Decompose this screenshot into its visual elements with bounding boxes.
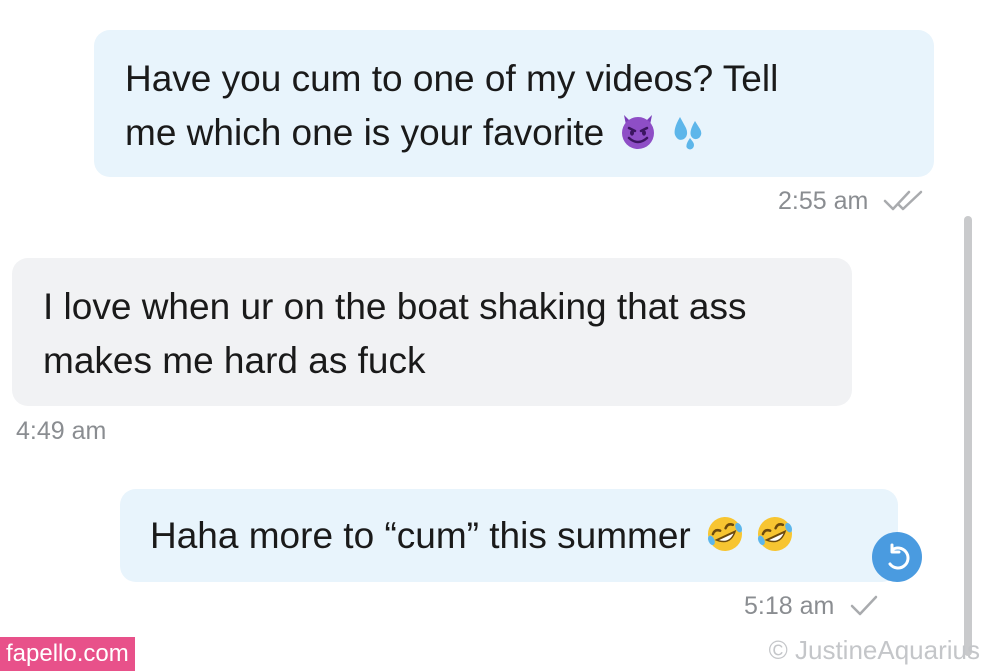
double-check-icon: [884, 190, 923, 211]
incoming-message-bubble[interactable]: I love when ur on the boat shaking that …: [12, 258, 852, 406]
message-text: Haha more to “cum” this summer: [150, 515, 691, 556]
message-text-line: makes me hard as fuck: [43, 340, 426, 381]
reply-arrow-icon: [888, 543, 910, 570]
scrollbar[interactable]: [964, 216, 972, 656]
site-watermark: fapello.com: [0, 637, 135, 671]
outgoing-message-bubble[interactable]: Haha more to “cum” this summer: [120, 489, 898, 582]
sweat-droplets-emoji: [674, 117, 702, 150]
message-timestamp: 2:55 am: [778, 186, 929, 216]
chat-screen: Have you cum to one of my videos? Tell m…: [0, 0, 984, 671]
message-text: me which one is your favorite: [125, 112, 605, 153]
message-timestamp: 4:49 am: [16, 417, 107, 445]
copyright-watermark: © JustineAquarius: [768, 635, 980, 665]
message-text-line: Have you cum to one of my videos? Tell: [125, 58, 779, 99]
smiling-imp-emoji: [622, 115, 655, 149]
reply-button[interactable]: [872, 532, 922, 582]
message-text-line: I love when ur on the boat shaking that …: [43, 286, 747, 327]
outgoing-message-bubble[interactable]: Have you cum to one of my videos? Tell m…: [94, 30, 934, 177]
message-text-line: me which one is your favorite: [125, 106, 904, 160]
message-timestamp: 5:18 am: [744, 591, 879, 621]
single-check-icon: [851, 595, 878, 616]
rolling-on-floor-laughing-emoji: [758, 517, 793, 551]
rolling-on-floor-laughing-emoji: [707, 517, 743, 551]
